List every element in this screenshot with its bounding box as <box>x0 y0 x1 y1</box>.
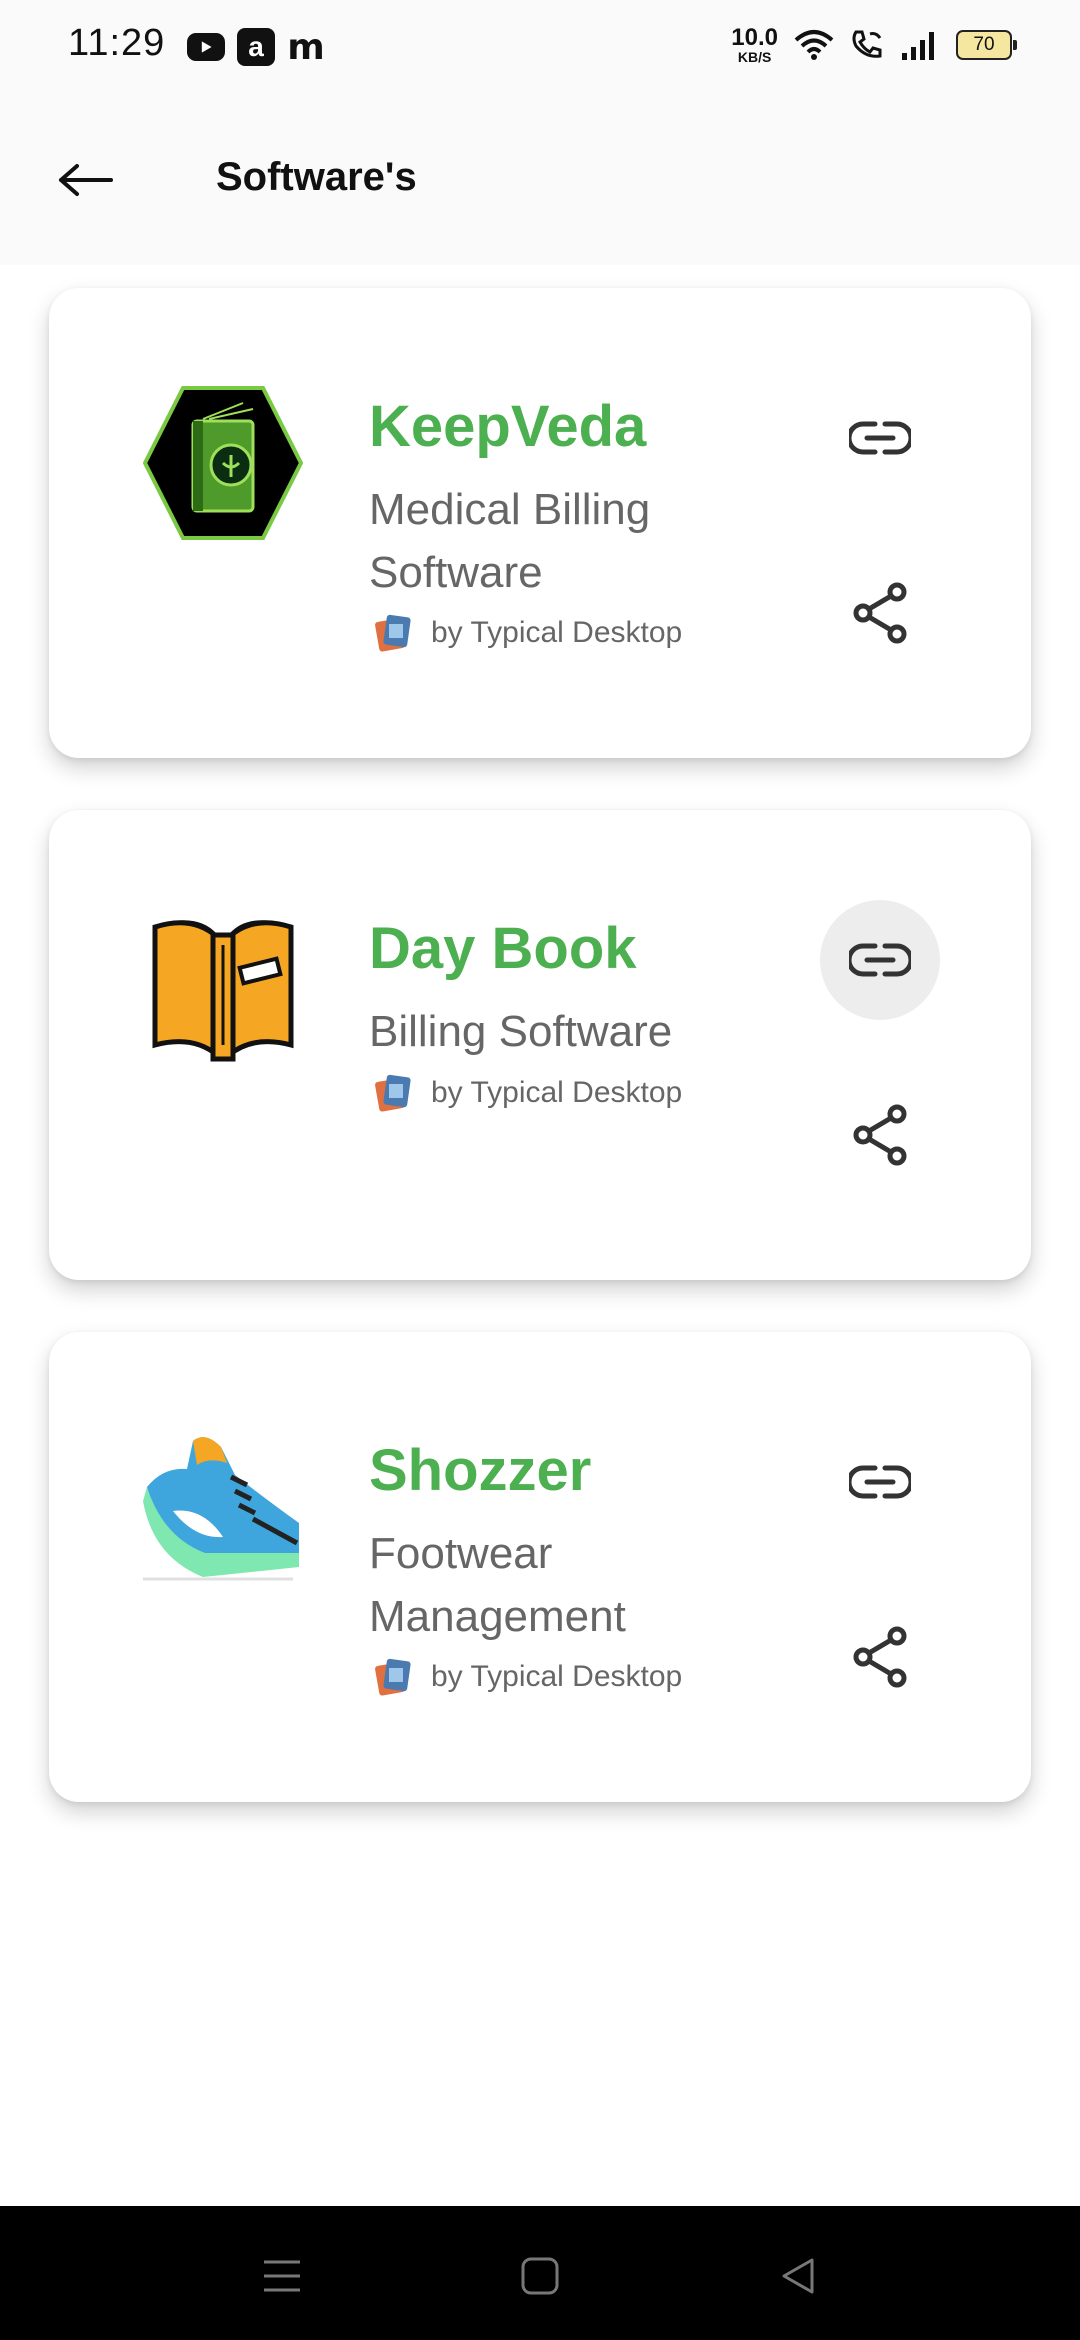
arrow-left-icon <box>59 164 113 196</box>
system-nav-bar <box>0 2206 1080 2340</box>
wifi-call-icon <box>852 30 882 58</box>
notification-icons: a m <box>187 26 325 68</box>
wifi-icon <box>794 30 834 60</box>
developer-avatar-icon <box>375 614 411 652</box>
m-app-icon: m <box>287 26 325 68</box>
developer-label: by Typical Desktop <box>431 1076 683 1109</box>
home-button[interactable] <box>510 2246 570 2306</box>
developer-label: by Typical Desktop <box>431 1660 683 1693</box>
status-bar: 11:29 a m 10.0 KB/S 70 <box>0 0 1080 95</box>
app-bar: Software's <box>0 95 1080 265</box>
software-card-keepveda[interactable]: KeepVeda Medical Billing Software by Typ… <box>49 288 1031 758</box>
amazon-icon: a <box>237 28 275 66</box>
developer-avatar-icon <box>375 1074 411 1112</box>
share-button[interactable] <box>820 1075 940 1195</box>
link-button[interactable] <box>820 1422 940 1542</box>
battery-icon: 70 <box>956 30 1017 60</box>
share-icon <box>853 582 907 644</box>
developer-row: by Typical Desktop <box>371 1654 682 1700</box>
software-description: Billing Software <box>369 1007 673 1056</box>
link-icon <box>849 943 911 977</box>
youtube-icon <box>187 33 225 61</box>
system-icons: 10.0 KB/S 70 <box>731 24 1017 65</box>
software-name: Shozzer <box>369 1438 592 1503</box>
shozzer-logo-icon <box>143 1437 299 1581</box>
triangle-back-icon <box>782 2258 814 2294</box>
link-icon <box>849 1465 911 1499</box>
share-icon <box>853 1626 907 1688</box>
developer-row: by Typical Desktop <box>371 1070 682 1116</box>
share-button[interactable] <box>820 553 940 673</box>
recents-button[interactable] <box>252 2246 312 2306</box>
menu-icon <box>264 2260 300 2292</box>
developer-avatar-icon <box>375 1658 411 1696</box>
page-title: Software's <box>216 155 417 199</box>
developer-row: by Typical Desktop <box>371 610 682 656</box>
developer-label: by Typical Desktop <box>431 616 683 649</box>
software-card-shozzer[interactable]: Shozzer Footwear Management by Typical D… <box>49 1332 1031 1802</box>
software-description: Footwear Management <box>369 1529 626 1641</box>
share-button[interactable] <box>820 1597 940 1717</box>
link-icon <box>849 421 911 455</box>
software-name: KeepVeda <box>369 394 647 459</box>
link-button[interactable] <box>820 900 940 1020</box>
net-speed: 10.0 KB/S <box>731 24 778 65</box>
square-icon <box>521 2257 559 2295</box>
daybook-logo-icon <box>152 920 294 1062</box>
signal-icon <box>902 32 934 60</box>
software-description: Medical Billing Software <box>369 485 651 597</box>
share-icon <box>853 1104 907 1166</box>
nav-back-button[interactable] <box>768 2246 828 2306</box>
link-button[interactable] <box>820 378 940 498</box>
keepveda-logo-icon <box>143 386 303 540</box>
software-name: Day Book <box>369 916 637 981</box>
status-time: 11:29 <box>68 22 166 64</box>
back-button[interactable] <box>50 145 120 215</box>
software-card-daybook[interactable]: Day Book Billing Software by Typical Des… <box>49 810 1031 1280</box>
